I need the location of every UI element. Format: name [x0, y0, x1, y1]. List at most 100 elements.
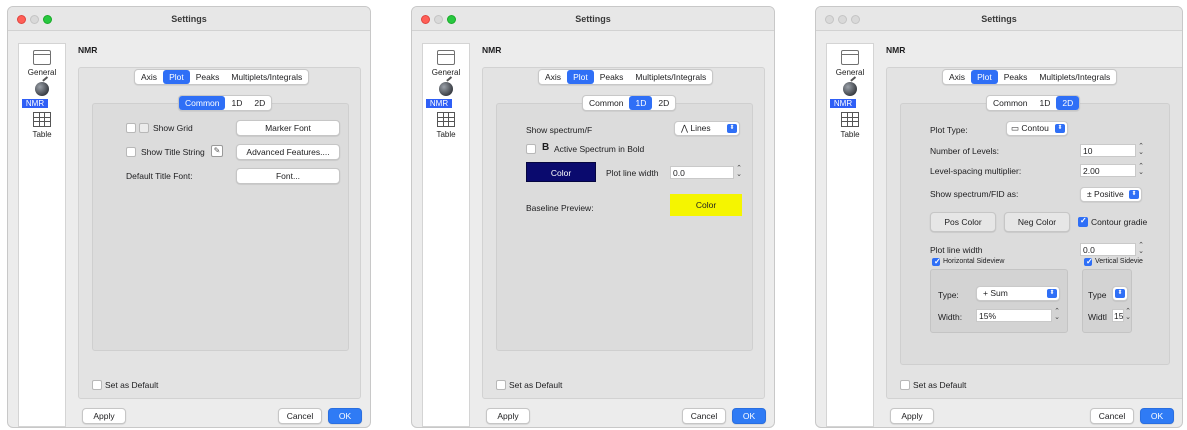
tab-multiplets-integrals[interactable]: Multiplets/Integrals [225, 70, 308, 84]
popup-arrow-icon: ⬍ [1115, 289, 1125, 298]
popup-arrow-icon: ⬍ [1047, 289, 1057, 298]
sidebar-item-nmr[interactable]: NMR [426, 99, 452, 108]
cancel-button[interactable]: Cancel [682, 408, 726, 424]
edit-title-icon[interactable]: ✎ [211, 145, 223, 157]
tab-1d[interactable]: 1D [225, 96, 248, 110]
window-title: Settings [171, 14, 207, 24]
vertical-sideview-label: Vertical Sidevie [1095, 258, 1143, 265]
horizontal-sideview-label: Horizontal Sideview [943, 258, 1005, 265]
line-width-stepper[interactable]: ⌃ ⌄ [1137, 242, 1145, 256]
baseline-color-button[interactable]: Color [670, 194, 742, 216]
tab-common[interactable]: Common [987, 96, 1033, 110]
cancel-button[interactable]: Cancel [1090, 408, 1134, 424]
ok-button[interactable]: OK [732, 408, 766, 424]
ok-button[interactable]: OK [1140, 408, 1174, 424]
width-label: Width: [938, 312, 963, 322]
show-as-popup[interactable]: ± Positive ⬍ [1080, 187, 1142, 202]
apply-button[interactable]: Apply [486, 408, 530, 424]
tab-axis[interactable]: Axis [135, 70, 163, 84]
line-width-stepper[interactable]: ⌃ ⌄ [735, 165, 743, 179]
advanced-features-button[interactable]: Advanced Features.... [236, 144, 340, 160]
show-grid-checkbox[interactable] [126, 123, 136, 133]
sidebar-item-nmr[interactable]: NMR [22, 99, 48, 108]
tab-2d[interactable]: 2D [652, 96, 675, 110]
show-spectrum-label: Show spectrum/F [526, 125, 593, 135]
sidebar: General NMR Table [18, 43, 66, 427]
horizontal-sideview-checkbox[interactable] [932, 257, 941, 266]
tab-peaks[interactable]: Peaks [998, 70, 1034, 84]
level-spacing-field[interactable]: 2.00 [1080, 164, 1136, 177]
type-popup-vertical[interactable]: ⬍ [1112, 286, 1128, 301]
tab-2d[interactable]: 2D [248, 96, 271, 110]
tab-plot[interactable]: Plot [163, 70, 190, 84]
set-default-checkbox[interactable] [900, 380, 910, 390]
sub-tabs: Common 1D 2D [178, 95, 273, 111]
tab-peaks[interactable]: Peaks [190, 70, 226, 84]
active-bold-checkbox[interactable] [526, 144, 536, 154]
table-icon [33, 112, 51, 127]
sidebar-item-table[interactable]: Table [827, 130, 873, 139]
set-default-checkbox[interactable] [92, 380, 102, 390]
show-grid-label: Show Grid [153, 123, 193, 133]
active-bold-label: Active Spectrum in Bold [554, 144, 645, 154]
tab-axis[interactable]: Axis [943, 70, 971, 84]
plot-line-width-field[interactable]: 0.0 [670, 166, 734, 179]
font-button[interactable]: Font... [236, 168, 340, 184]
contour-gradient-checkbox[interactable] [1078, 216, 1088, 227]
tab-2d[interactable]: 2D [1056, 96, 1080, 110]
sidebar-item-table[interactable]: Table [423, 130, 469, 139]
sidebar: General NMR Table [826, 43, 874, 427]
bold-icon: B [542, 142, 550, 153]
tab-1d[interactable]: 1D [629, 96, 653, 110]
show-as-value: ± Positive [1087, 189, 1124, 199]
set-default-label: Set as Default [913, 380, 967, 390]
pos-color-button[interactable]: Pos Color [930, 212, 996, 232]
set-default-label: Set as Default [509, 380, 563, 390]
cancel-button[interactable]: Cancel [278, 408, 322, 424]
vertical-sideview-checkbox[interactable] [1084, 257, 1093, 266]
sidebar-item-general[interactable]: General [423, 68, 469, 77]
window-title: Settings [981, 14, 1017, 24]
type-label-vertical: Type [1088, 290, 1107, 300]
plot-type-popup[interactable]: ▭ Contou ⬍ [1006, 121, 1068, 136]
num-levels-stepper[interactable]: ⌃ ⌄ [1137, 143, 1145, 157]
apply-button[interactable]: Apply [82, 408, 126, 424]
tab-common[interactable]: Common [583, 96, 629, 110]
level-spacing-stepper[interactable]: ⌃ ⌄ [1137, 163, 1145, 177]
plot-type-value: Contou [1021, 123, 1049, 133]
tab-multiplets-integrals[interactable]: Multiplets/Integrals [629, 70, 712, 84]
sidebar: General NMR Table [422, 43, 470, 427]
tab-peaks[interactable]: Peaks [594, 70, 630, 84]
neg-color-button[interactable]: Neg Color [1004, 212, 1070, 232]
sidebar-item-general[interactable]: General [19, 68, 65, 77]
sub-tabs: Common 1D 2D [986, 95, 1081, 111]
tab-common[interactable]: Common [179, 96, 226, 110]
apply-button[interactable]: Apply [890, 408, 934, 424]
sidebar-item-table[interactable]: Table [19, 130, 65, 139]
tab-1d[interactable]: 1D [1033, 96, 1056, 110]
tab-plot[interactable]: Plot [971, 70, 998, 84]
spectrum-color-button[interactable]: Color [526, 162, 596, 182]
tab-axis[interactable]: Axis [539, 70, 567, 84]
num-levels-field[interactable]: 10 [1080, 144, 1136, 157]
type-popup[interactable]: + Sum ⬍ [976, 286, 1060, 301]
sidebar-item-general[interactable]: General [827, 68, 873, 77]
width-field[interactable]: 15% [976, 309, 1052, 322]
plot-line-width-field[interactable]: 0.0 [1080, 243, 1136, 256]
grid-swatch [139, 123, 149, 133]
width-stepper[interactable]: ⌃ ⌄ [1053, 308, 1061, 322]
tab-plot[interactable]: Plot [567, 70, 594, 84]
marker-font-button[interactable]: Marker Font [236, 120, 340, 136]
plot-line-width-label: Plot line width [606, 168, 659, 178]
sidebar-item-nmr[interactable]: NMR [830, 99, 856, 108]
width-stepper-vertical[interactable]: ⌃ ⌄ [1124, 308, 1132, 322]
general-icon [437, 50, 455, 65]
show-title-checkbox[interactable] [126, 147, 136, 157]
ok-button[interactable]: OK [328, 408, 362, 424]
sub-tab-panel [92, 103, 349, 351]
title-bar: Settings [8, 7, 370, 31]
width-field-vertical[interactable]: 15 [1112, 309, 1124, 322]
spectrum-style-popup[interactable]: ⋀ Lines ⬍ [674, 121, 740, 136]
tab-multiplets-integrals[interactable]: Multiplets/Integrals [1033, 70, 1116, 84]
set-default-checkbox[interactable] [496, 380, 506, 390]
